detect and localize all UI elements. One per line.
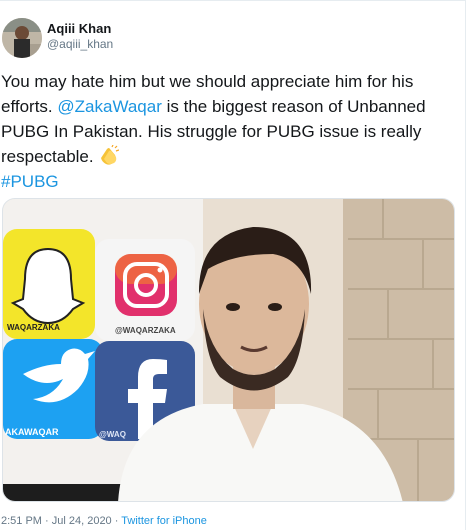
mention-link[interactable]: @ZakaWaqar: [57, 97, 162, 116]
tweet-text: You may hate him but we should appreciat…: [1, 69, 461, 194]
meta-separator: ·: [111, 515, 122, 527]
twitter-pillow: AKAWAQAR: [3, 339, 103, 439]
pillow-label-2: @WAQARZAKA: [115, 326, 176, 335]
avatar[interactable]: [2, 18, 42, 58]
tweet-photo[interactable]: WAQARZAKA @WAQARZAKA AKAWAQAR @WAQ: [2, 198, 455, 502]
pillow-label-1: WAQARZAKA: [7, 323, 60, 332]
pillow-label-3: AKAWAQAR: [5, 427, 59, 437]
source-link[interactable]: Twitter for iPhone: [121, 515, 207, 527]
display-name[interactable]: Aqiii Khan: [47, 21, 111, 36]
tweet-card: Aqiii Khan @aqiii_khan You may hate him …: [0, 0, 466, 530]
snapchat-pillow: WAQARZAKA: [3, 229, 95, 339]
instagram-pillow: @WAQARZAKA: [95, 239, 195, 341]
user-handle[interactable]: @aqiii_khan: [47, 37, 113, 51]
clapping-hands-icon: [98, 144, 120, 166]
pillow-label-4: @WAQ: [99, 430, 126, 439]
hashtag-link[interactable]: #PUBG: [1, 172, 59, 191]
timestamp[interactable]: 2:51 PM · Jul 24, 2020: [1, 515, 112, 527]
tweet-meta: 2:51 PM · Jul 24, 2020 · Twitter for iPh…: [1, 515, 207, 527]
